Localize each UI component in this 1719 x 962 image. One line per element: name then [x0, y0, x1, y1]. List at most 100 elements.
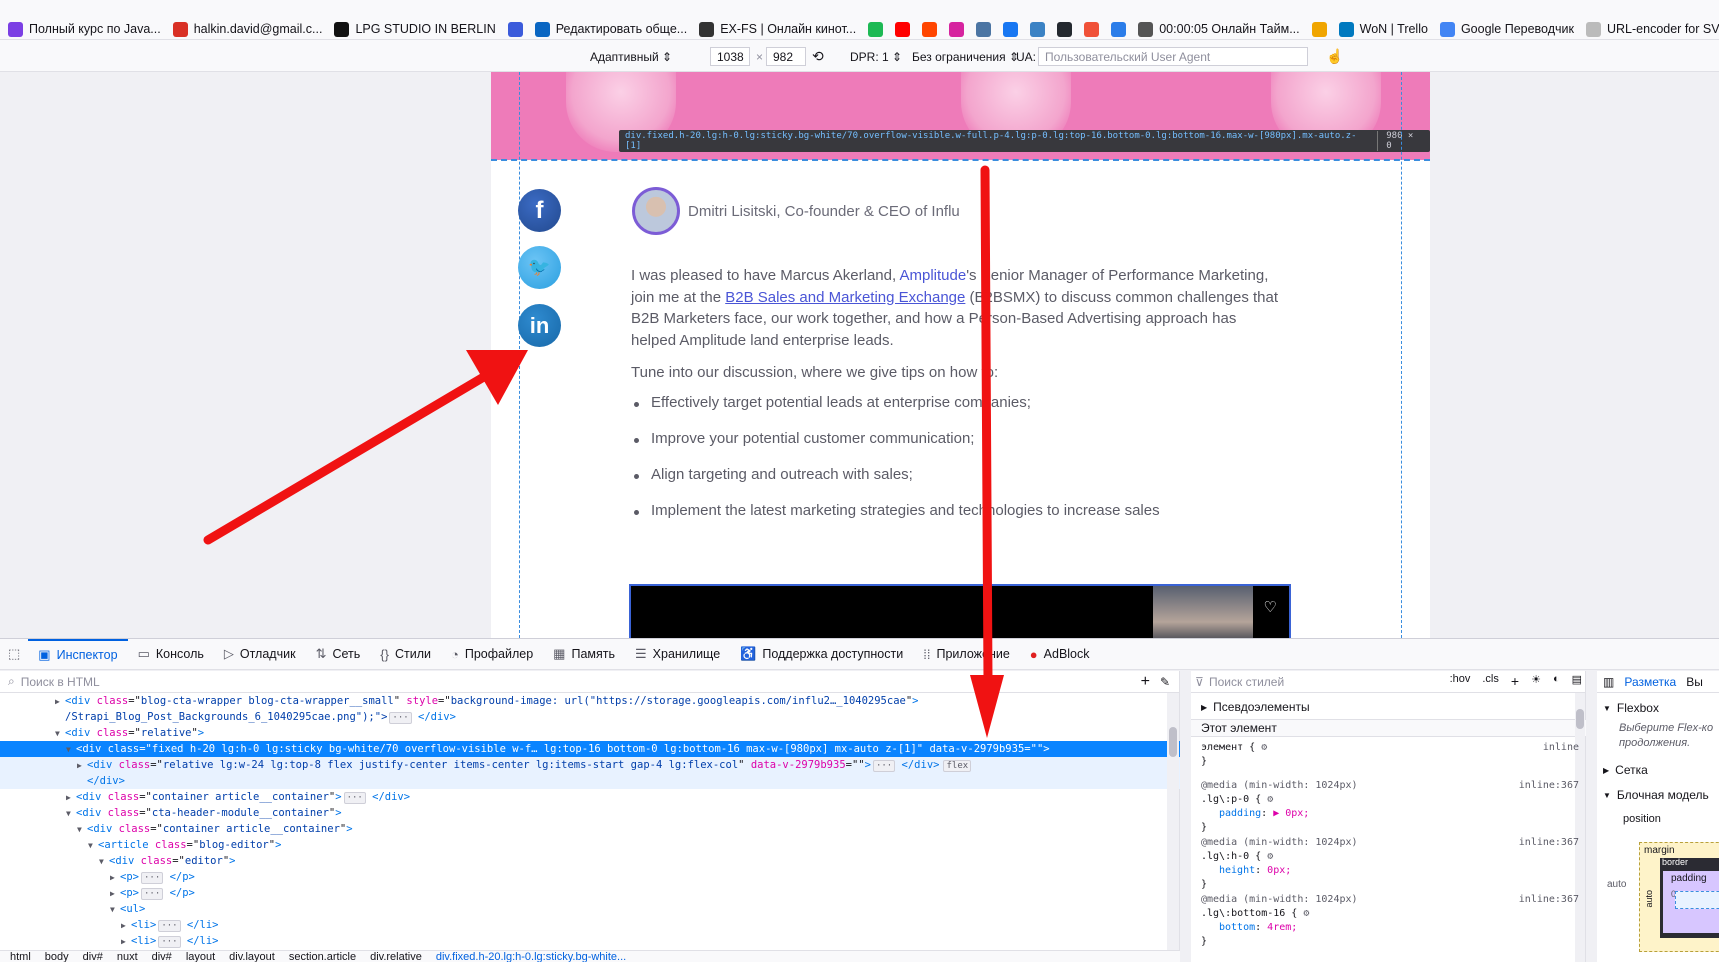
- viewport-width-input[interactable]: 1038: [710, 47, 750, 66]
- tab-accessibility[interactable]: ♿ Поддержка доступности: [730, 639, 913, 670]
- dom-node[interactable]: ▶ <li> ··· </li>: [0, 933, 1180, 949]
- gear-icon[interactable]: ⚙: [1261, 742, 1267, 753]
- breadcrumb-item[interactable]: div#: [152, 951, 172, 962]
- cls-toggle[interactable]: .cls: [1482, 673, 1499, 689]
- dom-node[interactable]: ▶ <li> ··· </li>: [0, 917, 1180, 933]
- bookmark-item[interactable]: EX-FS | Онлайн кинот...: [699, 21, 856, 37]
- bookmark-item[interactable]: LPG STUDIO IN BERLIN: [334, 21, 496, 37]
- gear-icon[interactable]: ⚙: [1267, 851, 1273, 862]
- bookmark-item[interactable]: Редактировать обще...: [534, 21, 687, 37]
- rules-search[interactable]: ⊽ Поиск стилей :hov .cls + ☀ ◐ ▤: [1191, 671, 1586, 693]
- tab-inspector[interactable]: ▣ Инспектор: [28, 638, 128, 670]
- sidebar-toggle-icon[interactable]: ▥: [1603, 675, 1614, 689]
- declaration[interactable]: padding: ▶ 0px;: [1201, 807, 1579, 821]
- dom-node[interactable]: ▶ <div class="relative lg:w-24 lg:top-8 f…: [0, 757, 1180, 773]
- collapse-icon[interactable]: ▼: [77, 822, 87, 838]
- bookmark-item[interactable]: halkin.david@gmail.c...: [172, 21, 322, 37]
- bookmark-item[interactable]: [507, 21, 523, 37]
- declaration[interactable]: bottom: 4rem;: [1201, 921, 1579, 935]
- expand-icon[interactable]: ▶: [110, 870, 120, 886]
- twitter-share-icon[interactable]: 🐦: [518, 246, 561, 289]
- bookmark-item[interactable]: [1057, 21, 1073, 37]
- css-rule[interactable]: @media (min-width: 1024px) .lg\:h-0 { ⚙ he…: [1201, 836, 1579, 892]
- hov-toggle[interactable]: :hov: [1450, 673, 1471, 689]
- dom-node[interactable]: ▼ <article class="blog-editor">: [0, 837, 1180, 853]
- expand-icon[interactable]: ▶: [77, 758, 87, 774]
- breadcrumb-item[interactable]: div.layout: [229, 951, 275, 962]
- gear-icon[interactable]: ⚙: [1267, 794, 1273, 805]
- bookmark-item[interactable]: [895, 21, 911, 37]
- collapse-icon[interactable]: ▼: [66, 742, 76, 758]
- expand-icon[interactable]: ▶: [55, 694, 65, 710]
- html-search-input[interactable]: Поиск в HTML: [21, 675, 100, 689]
- touch-simulation-icon[interactable]: ☝: [1326, 47, 1343, 66]
- tab-application[interactable]: ⁞⁞ Приложение: [913, 639, 1020, 670]
- rules-search-input[interactable]: Поиск стилей: [1209, 675, 1284, 689]
- ellipsis-badge[interactable]: ···: [140, 888, 164, 900]
- bookmark-item[interactable]: 00:00:05 Онлайн Тайм...: [1138, 21, 1300, 37]
- bookmark-item[interactable]: [1111, 21, 1127, 37]
- bookmark-item[interactable]: [1030, 21, 1046, 37]
- add-node-icon[interactable]: +: [1141, 673, 1150, 691]
- breadcrumb-item[interactable]: div.relative: [370, 951, 422, 962]
- dom-node[interactable]: ▶ <p> ··· </p>: [0, 869, 1180, 885]
- breadcrumb-item[interactable]: nuxt: [117, 951, 138, 962]
- tab-profiler[interactable]: ◔ Профайлер: [441, 639, 543, 670]
- tab-memory[interactable]: ▦ Память: [543, 639, 625, 670]
- eyedropper-icon[interactable]: ✎: [1160, 675, 1170, 689]
- flex-badge[interactable]: flex: [943, 760, 972, 772]
- dom-node[interactable]: ▶ <p> ··· </p>: [0, 885, 1180, 901]
- collapse-icon[interactable]: ▼: [99, 854, 109, 870]
- ellipsis-badge[interactable]: ···: [872, 760, 896, 772]
- light-theme-icon[interactable]: ☀: [1531, 673, 1541, 689]
- ellipsis-badge[interactable]: ···: [158, 920, 181, 932]
- html-search[interactable]: ⌕ Поиск в HTML + ✎: [0, 671, 1180, 693]
- grid-section[interactable]: ▶ Сетка: [1603, 763, 1648, 777]
- bookmark-item[interactable]: Полный курс по Java...: [8, 21, 161, 37]
- tab-debugger[interactable]: ▷ Отладчик: [214, 639, 306, 670]
- bookmark-item[interactable]: WoN | Trello: [1338, 21, 1428, 37]
- collapse-icon[interactable]: ▼: [55, 726, 65, 742]
- rule-source[interactable]: inline:367: [1519, 836, 1579, 850]
- rule-source[interactable]: inline:367: [1519, 893, 1579, 907]
- margin-left-value[interactable]: auto: [1644, 890, 1654, 908]
- dom-node[interactable]: </div>: [0, 773, 1180, 789]
- bookmark-item[interactable]: URL-encoder for SVG: [1586, 21, 1719, 37]
- ellipsis-badge[interactable]: ···: [140, 872, 164, 884]
- bookmark-item[interactable]: [1084, 21, 1100, 37]
- dom-node[interactable]: /Strapi_Blog_Post_Backgrounds_6_1040295c…: [0, 709, 1180, 725]
- collapse-icon[interactable]: ▼: [88, 838, 98, 854]
- dom-node[interactable]: ▶ <div class="container article__containe…: [0, 789, 1180, 805]
- css-rule[interactable]: элемент { ⚙} inline: [1201, 741, 1579, 769]
- dom-node[interactable]: ▶ <div class="blog-cta-wrapper blog-cta-w…: [0, 693, 1180, 709]
- dark-theme-icon[interactable]: ◐: [1553, 673, 1560, 689]
- tab-computed[interactable]: Вы: [1686, 675, 1703, 689]
- dom-node[interactable]: ▼ <div class="editor">: [0, 853, 1180, 869]
- tab-styles[interactable]: {} Стили: [370, 639, 441, 670]
- flexbox-section[interactable]: ▼ Flexbox: [1603, 701, 1659, 715]
- html-scrollbar[interactable]: [1167, 693, 1179, 951]
- tab-storage[interactable]: ☰ Хранилище: [625, 639, 730, 670]
- breadcrumb-item[interactable]: section.article: [289, 951, 356, 962]
- rotate-viewport-icon[interactable]: ⟲: [812, 47, 824, 66]
- bookmark-item[interactable]: [868, 21, 884, 37]
- device-mode-select[interactable]: Адаптивный ⇕: [590, 47, 672, 66]
- bookmark-item[interactable]: [1003, 21, 1019, 37]
- heart-icon[interactable]: ♡: [1264, 598, 1277, 616]
- tab-console[interactable]: ▭ Консоль: [128, 639, 214, 670]
- breadcrumb-item[interactable]: body: [45, 951, 69, 962]
- bookmark-item[interactable]: Google Переводчик: [1439, 21, 1574, 37]
- viewport-height-input[interactable]: 982: [766, 47, 806, 66]
- ellipsis-badge[interactable]: ···: [343, 792, 366, 804]
- expand-icon[interactable]: ▶: [121, 918, 131, 934]
- throttle-select[interactable]: Без ограничения ⇕: [912, 47, 1019, 66]
- bookmark-item[interactable]: [922, 21, 938, 37]
- ellipsis-badge[interactable]: ···: [158, 936, 181, 948]
- rule-source[interactable]: inline: [1543, 741, 1579, 755]
- expand-icon[interactable]: ▶: [121, 934, 131, 950]
- ellipsis-badge[interactable]: ···: [389, 712, 412, 724]
- collapse-icon[interactable]: ▼: [66, 806, 76, 822]
- dom-node[interactable]: ▼ <div class="fixed h-20 lg:h-0 lg:sticky…: [0, 741, 1180, 757]
- print-media-icon[interactable]: ▤: [1572, 673, 1582, 689]
- tab-layout[interactable]: Разметка: [1624, 675, 1676, 689]
